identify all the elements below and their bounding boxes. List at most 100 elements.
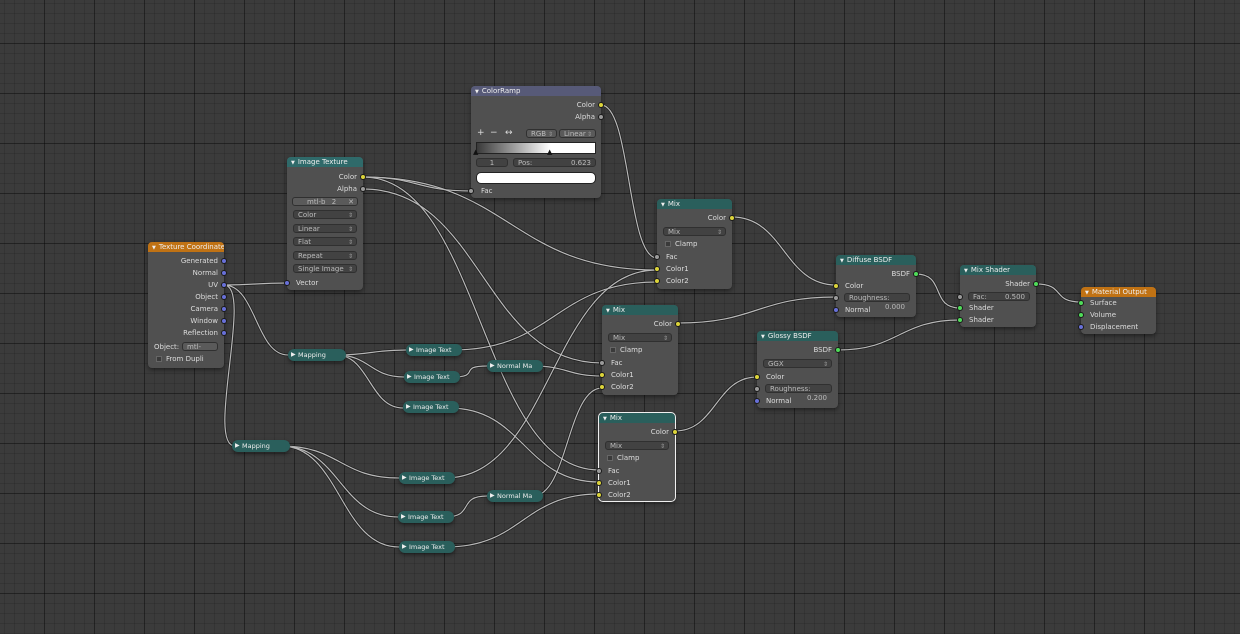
clamp-checkbox[interactable] bbox=[610, 347, 616, 353]
socket[interactable] bbox=[596, 492, 602, 498]
socket[interactable] bbox=[221, 282, 227, 288]
mix-node[interactable]: ▼Mix Color Mix Clamp Fac Color1 Color2 bbox=[596, 412, 678, 502]
socket[interactable] bbox=[598, 102, 604, 108]
mix-node[interactable]: ▼Mix Color Mix Clamp Fac Color1 Color2 bbox=[654, 199, 735, 289]
socket[interactable] bbox=[835, 347, 841, 353]
socket[interactable] bbox=[598, 114, 604, 120]
node-header[interactable]: ▼ Glossy BSDF bbox=[757, 331, 838, 341]
socket[interactable] bbox=[672, 429, 678, 435]
node-header[interactable]: ▼ Texture Coordinate bbox=[148, 242, 224, 252]
stop-index-field[interactable]: 1 bbox=[476, 158, 508, 167]
distribution-select[interactable]: GGX bbox=[763, 359, 832, 369]
socket[interactable] bbox=[1078, 312, 1084, 318]
color-space-select[interactable]: Color bbox=[293, 210, 357, 220]
roughness-field[interactable]: Roughness: 0.000 bbox=[844, 293, 910, 311]
image-selector[interactable]: mtl-b 2 ✕ bbox=[292, 197, 358, 206]
ramp-stop-handle[interactable]: ▲ bbox=[547, 148, 552, 156]
socket[interactable] bbox=[957, 294, 963, 300]
socket[interactable] bbox=[221, 306, 227, 312]
socket[interactable] bbox=[675, 321, 681, 327]
position-field[interactable]: Pos: 0.623 bbox=[513, 158, 596, 167]
socket[interactable] bbox=[284, 280, 290, 286]
socket[interactable] bbox=[833, 283, 839, 289]
diffuse-bsdf-node[interactable]: ▼ Diffuse BSDF BSDF Color Roughness: 0.000… bbox=[833, 255, 919, 317]
output-color: Color bbox=[707, 214, 726, 222]
socket[interactable] bbox=[1078, 300, 1084, 306]
socket[interactable] bbox=[596, 468, 602, 474]
blend-mode-select[interactable]: Mix bbox=[608, 333, 672, 343]
socket[interactable] bbox=[468, 188, 474, 194]
socket[interactable] bbox=[221, 318, 227, 324]
socket[interactable] bbox=[957, 317, 963, 323]
image-texture-collapsed-node[interactable]: ▶ Image Text bbox=[398, 511, 454, 523]
socket[interactable] bbox=[221, 258, 227, 264]
projection-select[interactable]: Flat bbox=[293, 237, 357, 247]
image-texture-collapsed-node[interactable]: ▶ Image Text bbox=[403, 401, 459, 413]
image-texture-collapsed-node[interactable]: ▶ Image Text bbox=[404, 371, 460, 383]
interpolation-select[interactable]: Linear bbox=[293, 224, 357, 234]
image-texture-collapsed-node[interactable]: ▶ Image Text bbox=[406, 344, 462, 356]
mix-shader-node[interactable]: ▼ Mix Shader Shader Fac: 0.500 Shader Shad… bbox=[957, 265, 1039, 327]
node-title: Image Text bbox=[409, 543, 445, 551]
node-header[interactable]: ▼ Diffuse BSDF bbox=[836, 255, 916, 265]
socket[interactable] bbox=[599, 372, 605, 378]
node-header[interactable]: ▼ ColorRamp bbox=[471, 86, 601, 96]
clamp-checkbox[interactable] bbox=[665, 241, 671, 247]
socket[interactable] bbox=[360, 186, 366, 192]
socket[interactable] bbox=[754, 374, 760, 380]
interpolation-select[interactable]: Linear bbox=[559, 129, 596, 139]
blend-mode-select[interactable]: Mix bbox=[663, 227, 726, 237]
ramp-stop-handle[interactable]: ▲ bbox=[473, 148, 478, 156]
extension-select[interactable]: Repeat bbox=[293, 251, 357, 261]
node-header[interactable]: ▼ Mix Shader bbox=[960, 265, 1036, 275]
socket[interactable] bbox=[221, 294, 227, 300]
node-header[interactable]: ▼ Mix bbox=[602, 305, 678, 315]
socket[interactable] bbox=[729, 215, 735, 221]
object-field[interactable]: mtl- bbox=[182, 342, 218, 351]
mapping-node[interactable]: ▶ Mapping bbox=[232, 440, 290, 452]
socket[interactable] bbox=[957, 305, 963, 311]
normal-map-collapsed-node[interactable]: ▶ Normal Ma bbox=[487, 490, 543, 502]
socket[interactable] bbox=[1033, 281, 1039, 287]
roughness-field[interactable]: Roughness: 0.200 bbox=[765, 384, 832, 402]
socket[interactable] bbox=[221, 270, 227, 276]
normal-map-collapsed-node[interactable]: ▶ Normal Ma bbox=[487, 360, 543, 372]
color-ramp-gradient[interactable] bbox=[476, 142, 596, 154]
socket[interactable] bbox=[599, 360, 605, 366]
socket[interactable] bbox=[1078, 324, 1084, 330]
socket[interactable] bbox=[654, 254, 660, 260]
socket[interactable] bbox=[913, 271, 919, 277]
clamp-checkbox[interactable] bbox=[607, 455, 613, 461]
socket[interactable] bbox=[596, 480, 602, 486]
image-texture-collapsed-node[interactable]: ▶ Image Text bbox=[399, 541, 455, 553]
socket[interactable] bbox=[654, 266, 660, 272]
color-mode-select[interactable]: RGB bbox=[526, 129, 557, 139]
image-texture-collapsed-node[interactable]: ▶ Image Text bbox=[399, 472, 455, 484]
socket[interactable] bbox=[754, 398, 760, 404]
material-output-node[interactable]: ▼ Material Output Surface Volume Displace… bbox=[1078, 287, 1156, 334]
mix-node[interactable]: ▼Mix Color Mix Clamp Fac Color1 Color2 bbox=[599, 305, 681, 395]
socket[interactable] bbox=[654, 278, 660, 284]
texture-coordinate-node[interactable]: ▼ Texture Coordinate Generated Normal UV … bbox=[148, 242, 227, 368]
node-header[interactable]: ▼ Mix bbox=[599, 413, 675, 423]
glossy-bsdf-node[interactable]: ▼Glossy BSDF BSDF GGX Color Roughness:0.… bbox=[754, 331, 841, 408]
socket[interactable] bbox=[754, 386, 760, 392]
stop-color-swatch[interactable] bbox=[476, 172, 596, 184]
socket[interactable] bbox=[833, 295, 839, 301]
node-header[interactable]: ▼ Material Output bbox=[1081, 287, 1156, 297]
fac-field[interactable]: Fac: 0.500 bbox=[968, 292, 1030, 301]
from-dupli-checkbox[interactable] bbox=[156, 356, 162, 362]
source-select[interactable]: Single Image bbox=[293, 264, 357, 274]
colorramp-node[interactable]: ▼ColorRamp Color Alpha + − ↔ RGB Linear … bbox=[468, 86, 604, 198]
node-header[interactable]: ▼ Image Texture bbox=[287, 157, 363, 167]
node-link bbox=[362, 187, 603, 365]
socket[interactable] bbox=[599, 384, 605, 390]
mapping-node[interactable]: ▶ Mapping bbox=[288, 349, 346, 361]
node-header[interactable]: ▼ Mix bbox=[657, 199, 732, 209]
socket[interactable] bbox=[360, 174, 366, 180]
socket[interactable] bbox=[833, 307, 839, 313]
image-texture-node[interactable]: ▼ Image Texture Color Alpha mtl-b 2 ✕ Col… bbox=[284, 157, 366, 290]
close-icon[interactable]: ✕ bbox=[348, 198, 354, 207]
blend-mode-select[interactable]: Mix bbox=[605, 441, 669, 451]
socket[interactable] bbox=[221, 330, 227, 336]
